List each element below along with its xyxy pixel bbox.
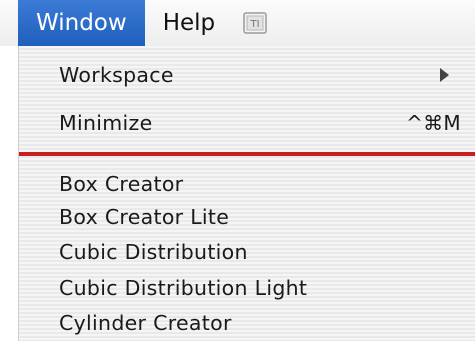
menu-item-label: Cubic Distribution Light <box>59 276 308 300</box>
menu-item-label: Box Creator <box>59 172 184 196</box>
menu-item-label: Cylinder Creator <box>59 311 232 335</box>
script-menu-icon[interactable]: TI <box>233 0 277 46</box>
menu-help[interactable]: Help <box>145 0 233 46</box>
menu-item-cylinder-creator[interactable]: Cylinder Creator <box>59 305 465 341</box>
menu-item-minimize-label: Minimize <box>59 111 153 135</box>
menu-window-label: Window <box>36 10 127 36</box>
menu-item-workspace[interactable]: Workspace <box>59 57 465 93</box>
menu-help-label: Help <box>162 10 216 36</box>
menu-item-box-creator[interactable]: Box Creator <box>59 166 465 202</box>
menu-item-box-creator-lite[interactable]: Box Creator Lite <box>59 199 465 235</box>
menu-item-label: Box Creator Lite <box>59 205 230 229</box>
menu-item-cubic-distribution-light[interactable]: Cubic Distribution Light <box>59 270 465 306</box>
menu-window[interactable]: Window <box>18 0 145 46</box>
submenu-arrow-icon <box>440 68 449 82</box>
svg-text:TI: TI <box>250 19 260 30</box>
menu-item-minimize[interactable]: Minimize ^⌘M <box>59 105 465 141</box>
menu-item-workspace-label: Workspace <box>59 63 174 87</box>
menu-item-minimize-shortcut: ^⌘M <box>406 111 461 135</box>
menu-bar: Window Help TI <box>0 0 475 46</box>
window-dropdown-menu: Workspace Minimize ^⌘M Box Creator Box C… <box>18 46 475 341</box>
menu-item-cubic-distribution[interactable]: Cubic Distribution <box>59 234 465 270</box>
menu-separator <box>19 152 475 156</box>
menu-item-label: Cubic Distribution <box>59 240 248 264</box>
